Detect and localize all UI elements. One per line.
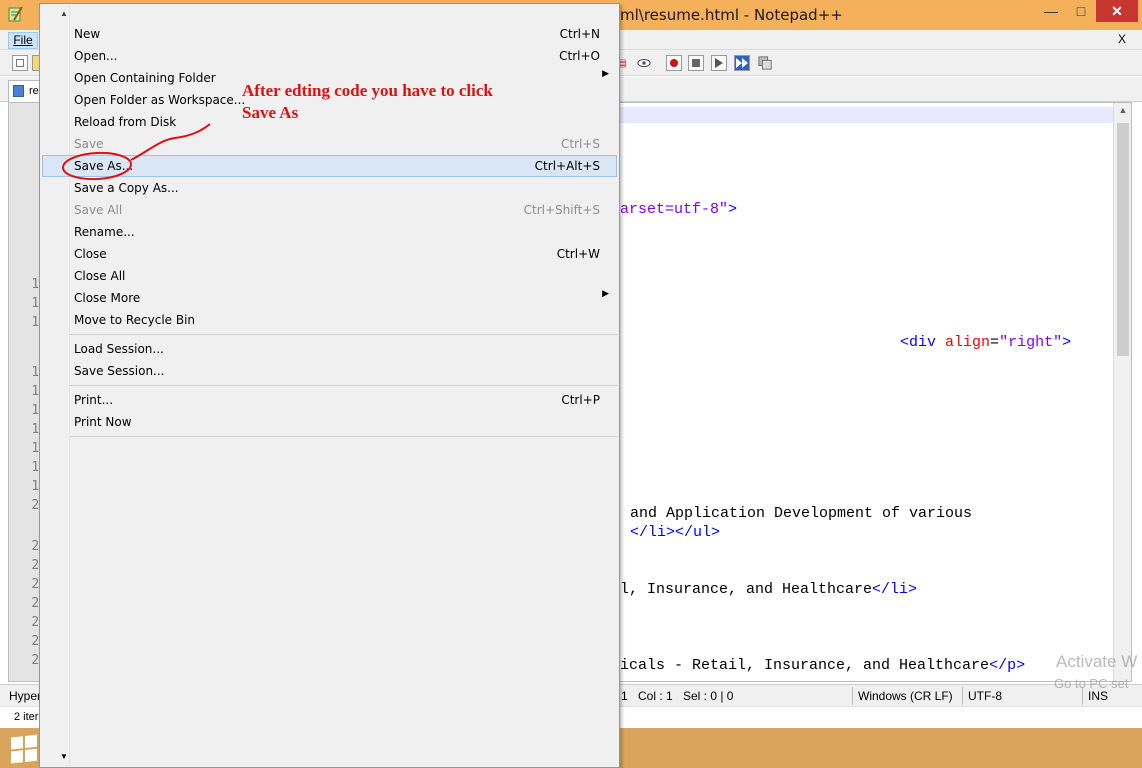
status-selection: Sel : 0 | 0 (683, 689, 734, 703)
notepad-app-icon (8, 6, 23, 22)
menu-item-save: Save Ctrl+S (74, 137, 600, 151)
menu-item-move-to-recycle-bin[interactable]: Move to Recycle Bin (42, 309, 617, 331)
status-insert-mode: INS (1088, 689, 1109, 703)
status-eol[interactable]: Windows (CR LF) (858, 689, 953, 703)
close-document-button[interactable]: X (1118, 32, 1126, 46)
menu-file[interactable]: File (8, 32, 38, 49)
scrollbar-thumb[interactable] (1117, 123, 1129, 356)
menu-item-load-session[interactable]: Load Session... (42, 338, 617, 360)
menu-item-new[interactable]: New Ctrl+N (42, 23, 617, 45)
stop-macro-icon[interactable] (688, 55, 704, 71)
record-macro-icon[interactable] (666, 55, 682, 71)
maximize-button[interactable]: □ (1066, 0, 1096, 22)
menu-item-save-as[interactable]: Save As... Ctrl+Alt+S (42, 155, 617, 177)
save-macro-icon[interactable] (757, 55, 773, 71)
menu-scroll-down-icon[interactable]: ▼ (60, 752, 68, 761)
menu-item-close-more[interactable]: Close More ▶ (42, 287, 617, 309)
menu-separator (70, 334, 617, 335)
menu-separator (70, 436, 617, 437)
status-file-type: Hyper (9, 689, 42, 703)
annotation-line-1: After edting code you have to click (242, 81, 493, 100)
window-title: ml\resume.html - Notepad++ (620, 6, 843, 24)
new-file-icon[interactable] (12, 55, 28, 71)
monitoring-eye-icon[interactable] (636, 55, 652, 71)
menu-item-print[interactable]: Print... Ctrl+P (42, 389, 617, 411)
annotation-line-2: Save As (242, 103, 299, 122)
close-window-button[interactable]: ✕ (1096, 0, 1138, 22)
code-line-insurance: l, Insurance, and Healthcare</li> (620, 581, 918, 598)
menu-item-save-copy-as[interactable]: Save a Copy As... (42, 177, 617, 199)
menu-separator (70, 385, 617, 386)
code-line-healthcare: icals - Retail, Insurance, and Healthcar… (620, 657, 1026, 674)
status-line: 1 (621, 689, 628, 703)
menu-item-close[interactable]: Close Ctrl+W (42, 243, 617, 265)
windows-start-icon[interactable] (11, 734, 39, 764)
menu-item-print-now[interactable]: Print Now (42, 411, 617, 433)
minimize-button[interactable]: — (1036, 0, 1066, 22)
menu-item-close-all[interactable]: Close All (42, 265, 617, 287)
menu-item-rename[interactable]: Rename... (42, 221, 617, 243)
code-line-meta: arset=utf-8"> (620, 201, 738, 218)
activation-watermark: Activate W (1056, 652, 1138, 671)
status-encoding[interactable]: UTF-8 (968, 689, 1002, 703)
saved-file-icon (13, 85, 24, 97)
activation-watermark-sub: Go to PC set (1054, 676, 1129, 691)
code-line-application-dev: and Application Development of various (630, 505, 973, 522)
submenu-arrow-icon: ▶ (602, 69, 609, 79)
explorer-item-count: 2 iter (14, 711, 39, 723)
play-macro-icon[interactable] (711, 55, 727, 71)
code-line-close-list: </li></ul> (630, 524, 721, 541)
menu-item-open[interactable]: Open... Ctrl+O (42, 45, 617, 67)
vertical-scrollbar[interactable]: ▲ (1113, 103, 1131, 681)
submenu-arrow-icon: ▶ (602, 289, 609, 299)
menu-item-save-all: Save All Ctrl+Shift+S (74, 203, 600, 217)
menu-scroll-up-icon[interactable]: ▲ (60, 9, 68, 18)
code-line-div: <div align="right"> (900, 334, 1072, 351)
run-macro-multiple-icon[interactable] (734, 55, 750, 71)
status-column: Col : 1 (638, 689, 673, 703)
menu-item-save-session[interactable]: Save Session... (42, 360, 617, 382)
scroll-up-arrow-icon[interactable]: ▲ (1114, 105, 1132, 115)
instruction-annotation: After edting code you have to click Save… (242, 80, 493, 124)
